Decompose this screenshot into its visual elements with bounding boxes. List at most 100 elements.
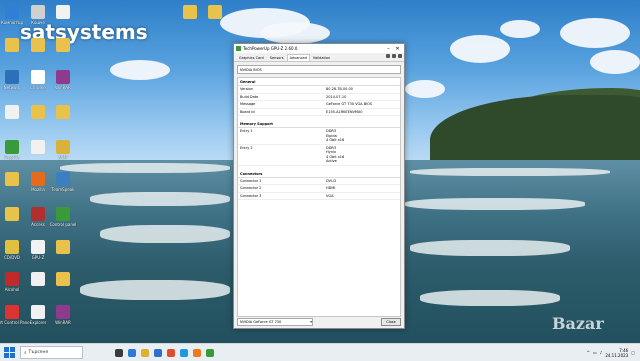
- system-tray: ^ ▭ ♪ 7:46 24.11.2023 ▢: [587, 348, 635, 358]
- bios-dropdown[interactable]: NVIDIA BIOS: [237, 65, 401, 74]
- desktop-icon-label: Кошче: [31, 20, 45, 25]
- info-row: Build Date 2014-07-10: [238, 94, 400, 101]
- app-icon: [56, 5, 70, 19]
- app-icon: [5, 240, 19, 254]
- app-icon: [56, 140, 70, 154]
- gpuz-window[interactable]: TechPowerUp GPU-Z 2.60.0 – ✕ Graphics Ca…: [233, 43, 405, 329]
- desktop-icon[interactable]: Компютър: [0, 5, 25, 25]
- bazar-watermark: Bazar: [552, 314, 604, 333]
- desktop-icon-label: FreeFile: [4, 155, 20, 160]
- tab-sensors[interactable]: Sensors: [267, 54, 287, 61]
- network-icon[interactable]: ▭: [593, 350, 597, 355]
- desktop-folder-icon[interactable]: [202, 5, 228, 19]
- tab-graphics-card[interactable]: Graphics Card: [236, 54, 267, 61]
- desktop-icon-label: Mozilla: [31, 187, 45, 192]
- desktop-icon-label: GPU-Z: [31, 255, 45, 260]
- app-icon: [31, 272, 45, 286]
- info-value: DVI-D: [326, 178, 337, 183]
- title-bar[interactable]: TechPowerUp GPU-Z 2.60.0 – ✕: [234, 44, 404, 53]
- bios-dropdown-value: NVIDIA BIOS: [240, 67, 262, 72]
- desktop-icon[interactable]: [0, 207, 25, 222]
- taskbar-search[interactable]: ⌕ Търсене: [20, 346, 83, 359]
- refresh-icon[interactable]: [392, 54, 396, 58]
- section-heading: General: [238, 78, 400, 86]
- desktop-folder-icon[interactable]: [177, 5, 203, 19]
- chrome-icon[interactable]: [180, 348, 188, 357]
- desktop-icon[interactable]: [25, 272, 51, 287]
- opera-icon[interactable]: [167, 348, 175, 357]
- desktop-icon[interactable]: WinRAR: [50, 70, 76, 90]
- desktop-icon[interactable]: WinRAR: [50, 305, 76, 325]
- desktop-icon[interactable]: [25, 105, 51, 120]
- desktop-icon[interactable]: [25, 38, 51, 53]
- info-row: Message GeForce GT 730 VGA BIOS: [238, 101, 400, 109]
- volume-icon[interactable]: ♪: [600, 350, 603, 355]
- info-value: DDR3 Hynix 4 Gbit x16 Active: [326, 145, 345, 164]
- folder-icon: [183, 5, 197, 19]
- windows-start-icon[interactable]: [3, 347, 15, 359]
- desktop-icon[interactable]: AIMP: [50, 140, 76, 160]
- desktop-icon[interactable]: Start Control Panel: [0, 305, 31, 325]
- section-heading: Connectors: [238, 170, 400, 178]
- desktop-icon[interactable]: [25, 140, 51, 155]
- desktop-icon[interactable]: Alcohol: [0, 272, 25, 292]
- notification-icon[interactable]: ▢: [631, 350, 635, 355]
- desktop-icon[interactable]: CD/DVD: [0, 240, 25, 260]
- clock[interactable]: 7:46 24.11.2023: [605, 348, 628, 358]
- minimize-icon[interactable]: –: [384, 46, 393, 52]
- desktop-icon[interactable]: [50, 105, 76, 120]
- desktop-icon[interactable]: [50, 272, 76, 287]
- info-value: DDR3 Elpida 4 Gbit x16: [326, 129, 345, 142]
- info-row: Version 80.28.7B.00.00: [238, 86, 400, 94]
- desktop-icon[interactable]: Access: [25, 207, 51, 227]
- desktop-icon[interactable]: [50, 240, 76, 255]
- chevron-up-icon[interactable]: ^: [587, 350, 590, 355]
- desktop-icon[interactable]: Network: [0, 70, 25, 90]
- search-icon: ⌕: [24, 350, 27, 356]
- app-icon: [5, 105, 19, 119]
- desktop-icon[interactable]: Кошче: [25, 5, 51, 25]
- edge-icon[interactable]: [128, 348, 136, 357]
- desktop-icon[interactable]: TeamSpeak: [50, 172, 76, 192]
- desktop-icon-label: Компютър: [1, 20, 23, 25]
- info-key: Version: [240, 87, 253, 91]
- gpuz-app-icon: [236, 46, 241, 51]
- gpu-select[interactable]: NVIDIA GeForce GT 730 ▾: [237, 318, 313, 326]
- desktop-icon[interactable]: [50, 5, 76, 20]
- gpu-select-value: NVIDIA GeForce GT 730: [240, 320, 282, 324]
- gpuz-taskbar-icon[interactable]: [206, 348, 214, 357]
- desktop-icon[interactable]: [0, 105, 25, 120]
- tab-advanced[interactable]: Advanced: [286, 54, 310, 61]
- tab-validation[interactable]: Validation: [310, 54, 333, 61]
- close-button[interactable]: Close: [381, 318, 401, 326]
- desktop-icon-label: Explorer: [29, 320, 47, 325]
- desktop-icon[interactable]: Explorer: [25, 305, 51, 325]
- file-explorer-icon[interactable]: [141, 348, 149, 357]
- desktop-icon[interactable]: Mozilla: [25, 172, 51, 192]
- desktop-icon[interactable]: Control panel: [50, 207, 76, 227]
- camera-icon[interactable]: [386, 54, 390, 58]
- app-icon: [31, 70, 45, 84]
- info-value: GeForce GT 730 VGA BIOS: [326, 102, 373, 106]
- desktop-icon[interactable]: [0, 172, 25, 187]
- desktop-icon[interactable]: FreeFile: [0, 140, 25, 160]
- info-row: Connector 3 VGA: [238, 193, 400, 200]
- desktop-icon[interactable]: Chrome: [25, 70, 51, 90]
- desktop-icon[interactable]: GPU-Z: [25, 240, 51, 260]
- store-icon[interactable]: [154, 348, 162, 357]
- desktop-icon[interactable]: [50, 38, 76, 53]
- close-icon[interactable]: ✕: [393, 46, 402, 52]
- desktop-icon-label: CD/DVD: [3, 255, 21, 260]
- desktop-icon-label: Network: [3, 85, 21, 90]
- desktop-icon-label: AIMP: [58, 155, 68, 160]
- task-view-icon[interactable]: [115, 348, 123, 357]
- firefox-icon[interactable]: [193, 348, 201, 357]
- tab-bar: Graphics Card Sensors Advanced Validatio…: [234, 53, 404, 62]
- desktop-icon-label: Control panel: [49, 222, 77, 227]
- info-value: VGA: [326, 193, 334, 198]
- menu-icon[interactable]: [398, 54, 402, 58]
- desktop-icon[interactable]: [0, 38, 25, 53]
- info-key: Board Id: [240, 109, 255, 114]
- app-icon: [31, 172, 45, 186]
- info-row: Entry 2 DDR3 Hynix 4 Gbit x16 Active: [238, 145, 400, 166]
